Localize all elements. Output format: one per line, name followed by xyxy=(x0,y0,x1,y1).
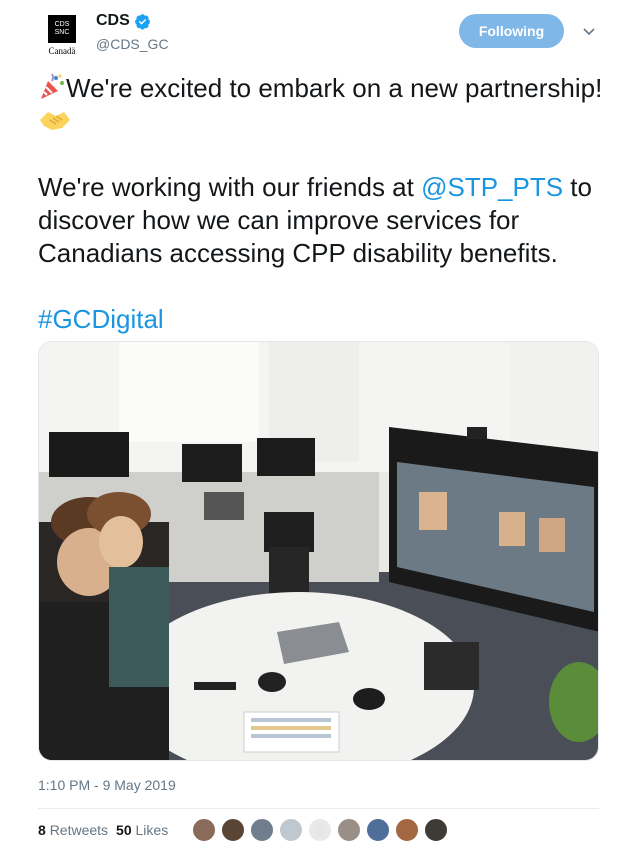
tweet-line-2-prefix: We're working with our friends at xyxy=(38,172,422,202)
mention-link[interactable]: @STP_PTS xyxy=(421,172,563,202)
tweet-timestamp[interactable]: 1:10 PM - 9 May 2019 xyxy=(38,777,176,793)
tweet-photo[interactable] xyxy=(38,341,599,761)
display-name[interactable]: CDS xyxy=(96,12,130,30)
divider xyxy=(38,808,599,809)
verified-badge-icon xyxy=(134,13,150,30)
liker-avatar[interactable] xyxy=(221,818,245,842)
handshake-icon xyxy=(40,112,70,130)
liker-avatar[interactable] xyxy=(279,818,303,842)
account-handle[interactable]: @CDS_GC xyxy=(96,36,169,52)
tweet-line-1-text: We're excited to embark on a new partner… xyxy=(66,73,603,103)
canada-wordmark: Canadä xyxy=(48,46,76,56)
tweet-line-2: We're working with our friends at @STP_P… xyxy=(38,171,608,270)
tweet-text: We're excited to embark on a new partner… xyxy=(38,72,608,336)
tweet-stats: 8 Retweets 50 Likes xyxy=(38,822,168,838)
likes-count[interactable]: 50 xyxy=(116,822,132,838)
tweet-line-1: We're excited to embark on a new partner… xyxy=(38,72,608,138)
retweets-count[interactable]: 8 xyxy=(38,822,46,838)
party-popper-icon xyxy=(41,73,64,99)
liker-avatar[interactable] xyxy=(337,818,361,842)
chevron-down-icon[interactable] xyxy=(582,24,596,38)
likers-avatars xyxy=(192,818,453,842)
cds-logo-block: CDS SNC xyxy=(48,15,76,43)
liker-avatar[interactable] xyxy=(424,818,448,842)
liker-avatar[interactable] xyxy=(308,818,332,842)
hashtag-link[interactable]: #GCDigital xyxy=(38,304,164,334)
account-name-block: CDS @CDS_GC xyxy=(96,12,169,52)
office-meeting-photo xyxy=(39,342,598,760)
following-button[interactable]: Following xyxy=(459,14,564,48)
liker-avatar[interactable] xyxy=(192,818,216,842)
likes-label[interactable]: Likes xyxy=(136,822,169,838)
liker-avatar[interactable] xyxy=(250,818,274,842)
account-avatar[interactable]: CDS SNC Canadä xyxy=(38,13,86,61)
retweets-label[interactable]: Retweets xyxy=(50,822,108,838)
liker-avatar[interactable] xyxy=(395,818,419,842)
liker-avatar[interactable] xyxy=(366,818,390,842)
